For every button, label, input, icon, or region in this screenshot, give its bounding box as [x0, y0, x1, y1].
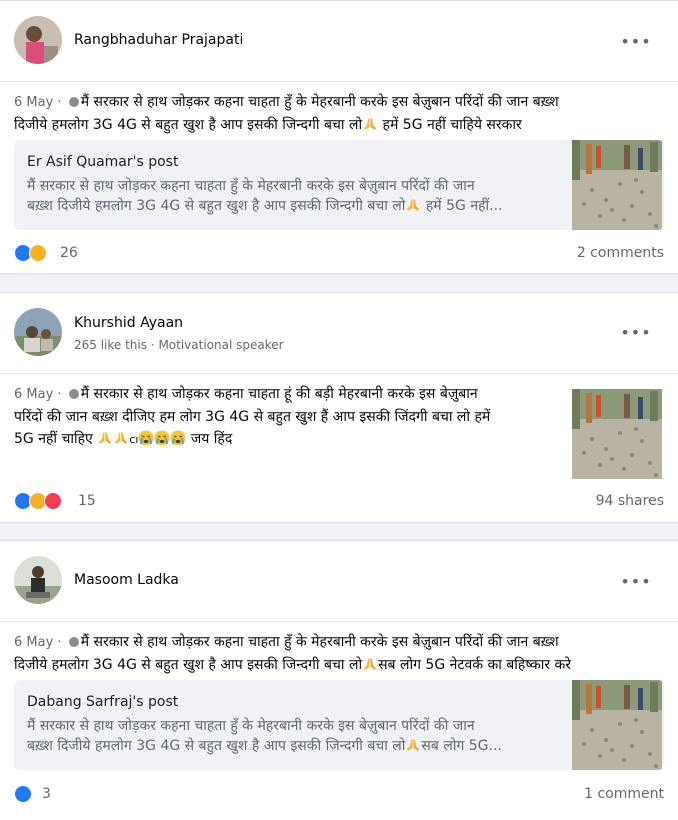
post-card: Rangbhaduhar Prajapati ••• 6 May · मैं स… — [0, 0, 678, 274]
crying-face-emoji — [170, 430, 186, 446]
post-text-line: मैं सरकार से हाथ जोड़कर कहना चाहता हुँ क… — [80, 94, 559, 110]
globe-icon — [68, 389, 79, 399]
post-image[interactable] — [572, 389, 662, 479]
shares-count[interactable]: 94 shares — [596, 493, 664, 509]
folded-hands-emoji — [405, 197, 421, 213]
crying-face-emoji — [154, 430, 170, 446]
post-date[interactable]: 6 May — [14, 95, 53, 110]
post-text-line: मैं सरकार से हाथ जोड़कर कहना चाहता हुँ क… — [80, 634, 559, 650]
shared-post-text: मैं सरकार से हाथ जोड़कर कहना चाहता हुँ क… — [27, 176, 567, 216]
post-text-line: दिजीये हमलोग 3G 4G से बहुत खुश है आप इसक… — [14, 657, 363, 673]
post-date[interactable]: 6 May — [14, 387, 53, 402]
post-text-line: जय हिंद — [190, 431, 233, 447]
shared-post-text: मैं सरकार से हाथ जोड़कर कहना चाहता हुँ क… — [27, 716, 567, 756]
comments-count[interactable]: 1 comment — [584, 786, 664, 802]
shared-post-thumbnail[interactable] — [572, 680, 662, 770]
post-text-line: 5G नहीं चाहिए — [14, 431, 93, 447]
sad-reaction-icon — [29, 244, 47, 262]
avatar[interactable] — [14, 556, 62, 604]
globe-icon — [68, 637, 79, 647]
separator: · — [53, 95, 66, 110]
post-text-line: हमें 5G नहीं चाहिये सरकार — [378, 117, 522, 133]
shared-text-line: सब लोग 5G... — [421, 738, 502, 754]
shared-text-line: मैं सरकार से हाथ जोड़कर कहना चाहता हुँ क… — [27, 178, 475, 194]
shared-text-line: हमें 5G नहीं... — [421, 198, 503, 214]
avatar[interactable] — [14, 16, 62, 64]
shared-post[interactable]: Er Asif Quamar's post मैं सरकार से हाथ ज… — [14, 140, 664, 230]
reaction-count[interactable]: 26 — [60, 245, 78, 261]
shared-text-line: मैं सरकार से हाथ जोड़कर कहना चाहता हुँ क… — [27, 718, 475, 734]
more-options-icon[interactable]: ••• — [620, 320, 650, 344]
author-name[interactable]: Masoom Ladka — [74, 572, 179, 588]
separator: · — [53, 387, 66, 402]
post-header: Rangbhaduhar Prajapati ••• — [0, 1, 678, 82]
post-text: 6 May · मैं सरकार से हाथ जोड़कर कहना चाह… — [14, 631, 664, 676]
post-header: Masoom Ladka ••• — [0, 541, 678, 622]
shared-text-line: बख़्श दिजीये हमलोग 3G 4G से बहुत खुश है … — [27, 198, 406, 214]
separator: · — [53, 635, 66, 650]
shared-post-title: Er Asif Quamar's post — [27, 154, 179, 170]
post-text: 6 May · मैं सरकार से हाथ जोड़कर कहना चाह… — [14, 383, 569, 451]
post-text-line: परिंदों की जान बख़्श दीजिए हम लोग 3G 4G … — [14, 409, 491, 425]
crying-face-emoji — [138, 430, 154, 446]
shared-text-line: बख़्श दिजीये हमलोग 3G 4G से बहुत खुश है … — [27, 738, 406, 754]
author-name[interactable]: Khurshid Ayaan — [74, 315, 183, 331]
comments-count[interactable]: 2 comments — [577, 245, 664, 261]
post-header: Khurshid Ayaan 265 like this · Motivatio… — [0, 293, 678, 374]
shared-post-thumbnail[interactable] — [572, 140, 662, 230]
post-text-line: मैं सरकार से हाथ जोड़कर कहना चाहता हूं क… — [80, 386, 478, 402]
reaction-count[interactable]: 15 — [78, 493, 96, 509]
post-stats: 15 94 shares — [14, 492, 664, 512]
folded-hands-emoji — [405, 737, 421, 753]
post-card: Masoom Ladka ••• 6 May · मैं सरकार से हा… — [0, 540, 678, 820]
like-reaction-icon — [14, 785, 32, 803]
author-subtitle: 265 like this · Motivational speaker — [74, 338, 284, 352]
avatar[interactable] — [14, 308, 62, 356]
post-text: 6 May · मैं सरकार से हाथ जोड़कर कहना चाह… — [14, 91, 664, 136]
more-options-icon[interactable]: ••• — [620, 29, 650, 53]
folded-hands-emoji — [113, 430, 129, 446]
shared-post-title: Dabang Sarfraj's post — [27, 694, 179, 710]
reactions[interactable] — [14, 492, 62, 510]
reactions[interactable] — [14, 244, 47, 262]
folded-hands-emoji — [362, 116, 378, 132]
folded-hands-emoji — [97, 430, 113, 446]
post-date[interactable]: 6 May — [14, 635, 53, 650]
post-text-fragment: cı — [129, 433, 139, 446]
folded-hands-emoji — [362, 656, 378, 672]
post-text-line: सब लोग 5G नेटवर्क का बहिष्कार करे — [378, 657, 572, 673]
shared-post[interactable]: Dabang Sarfraj's post मैं सरकार से हाथ ज… — [14, 680, 664, 770]
post-stats: 3 1 comment — [14, 785, 664, 805]
more-options-icon[interactable]: ••• — [620, 569, 650, 593]
reaction-count[interactable]: 3 — [42, 786, 51, 802]
reactions[interactable] — [14, 785, 32, 803]
author-name[interactable]: Rangbhaduhar Prajapati — [74, 32, 243, 48]
post-stats: 26 2 comments — [14, 244, 664, 264]
globe-icon — [68, 97, 79, 107]
love-reaction-icon — [44, 492, 62, 510]
post-text-line: दिजीये हमलोग 3G 4G से बहुत खुश है आप इसक… — [14, 117, 363, 133]
post-card: Khurshid Ayaan 265 like this · Motivatio… — [0, 292, 678, 523]
